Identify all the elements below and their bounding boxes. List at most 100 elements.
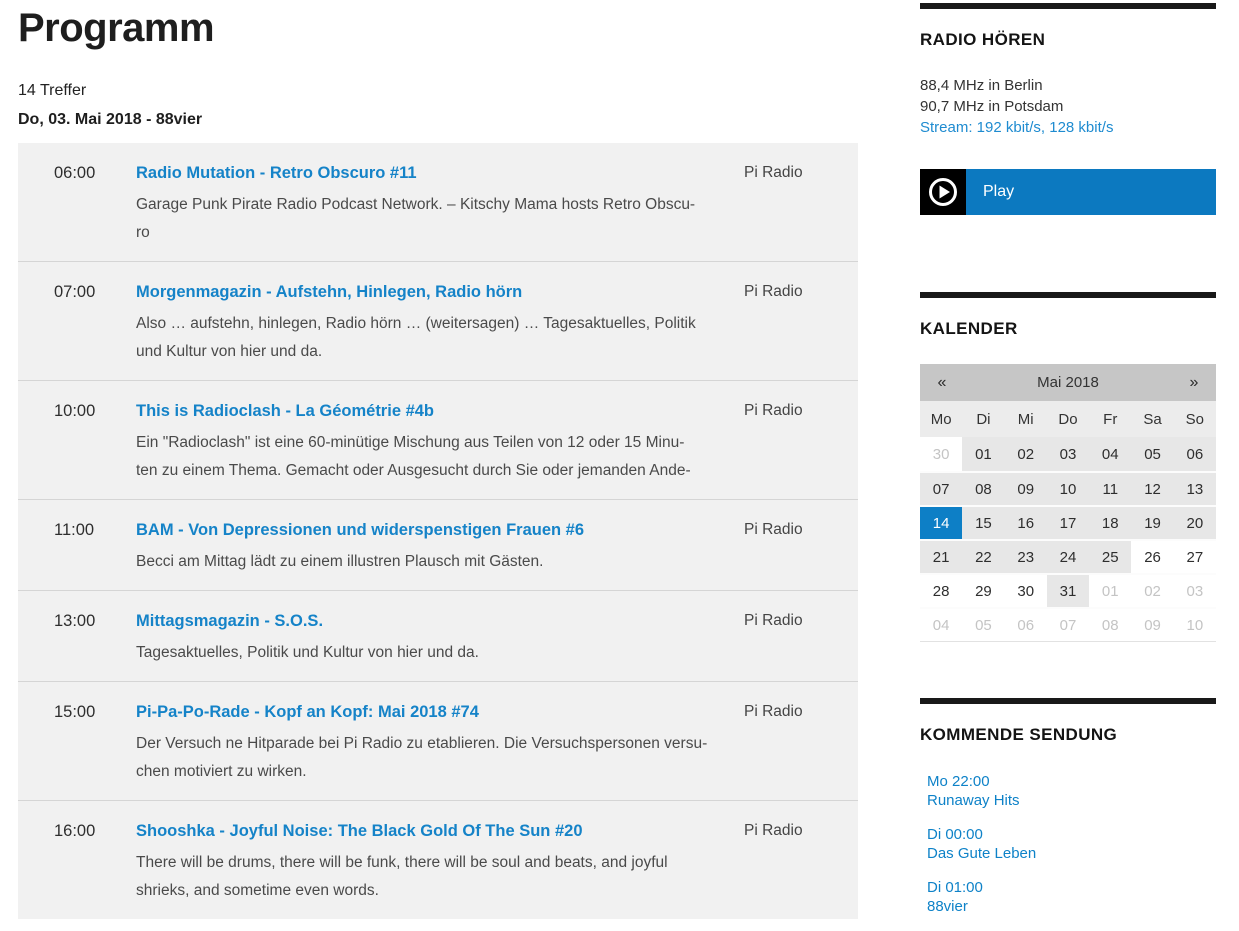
program-station: Pi Radio [744, 700, 826, 786]
calendar-day[interactable]: 08 [962, 473, 1004, 505]
program-title-link[interactable]: This is Radioclash - La Géométrie #4b [136, 399, 434, 423]
program-entry-body: Mittagsmagazin - S.O.S. Tagesaktuelles, P… [118, 609, 744, 667]
calendar-day[interactable]: 19 [1131, 507, 1173, 539]
calendar-day[interactable]: 25 [1089, 541, 1131, 573]
upcoming-show-title: 88vier [927, 897, 1216, 916]
upcoming-show-link[interactable]: Di 01:0088vier [927, 878, 1216, 916]
calendar-day[interactable]: 17 [1047, 507, 1089, 539]
calendar-prev-button[interactable]: « [920, 374, 964, 392]
program-station: Pi Radio [744, 161, 826, 247]
program-entry-body: Pi-Pa-Po-Rade - Kopf an Kopf: Mai 2018 #… [118, 700, 744, 786]
program-entry: 07:00Morgenmagazin - Aufstehn, Hinlegen,… [18, 261, 858, 380]
calendar-next-button[interactable]: » [1172, 374, 1216, 392]
program-entry: 10:00This is Radioclash - La Géométrie #… [18, 380, 858, 499]
program-entry-body: This is Radioclash - La Géométrie #4bEin… [118, 399, 744, 485]
calendar-day: 04 [920, 609, 962, 641]
calendar-weekday-label: Sa [1131, 401, 1173, 437]
calendar-day: 01 [1089, 575, 1131, 607]
calendar-day[interactable]: 09 [1005, 473, 1047, 505]
calendar-day[interactable]: 02 [1005, 437, 1047, 471]
stream-link-192[interactable]: Stream: 192 kbit/s [920, 119, 1041, 136]
upcoming-show-time: Mo 22:00 [927, 772, 1216, 791]
calendar-weekday-row: MoDiMiDoFrSaSo [920, 401, 1216, 437]
calendar-day[interactable]: 07 [920, 473, 962, 505]
program-description: Also … aufstehn, hinlegen, Radio hörn … … [136, 310, 736, 366]
program-entry-body: Morgenmagazin - Aufstehn, Hinlegen, Radi… [118, 280, 744, 366]
calendar-day[interactable]: 21 [920, 541, 962, 573]
program-station: Pi Radio [744, 399, 826, 485]
calendar-day[interactable]: 01 [962, 437, 1004, 471]
program-title-link[interactable]: Mittagsmagazin - S.O.S. [136, 609, 323, 633]
play-circle-icon [920, 169, 966, 215]
play-button-label: Play [966, 169, 1216, 215]
calendar-day: 02 [1131, 575, 1173, 607]
date-heading: Do, 03. Mai 2018 - 88vier [18, 111, 858, 129]
section-divider-bar [920, 3, 1216, 9]
calendar-day[interactable]: 10 [1047, 473, 1089, 505]
program-station: Pi Radio [744, 819, 826, 905]
radio-hoeren-heading: RADIO HÖREN [920, 30, 1216, 50]
calendar-date-rows: 3001020304050607080910111213141516171819… [920, 437, 1216, 641]
calendar-day[interactable]: 12 [1131, 473, 1173, 505]
calendar-day[interactable]: 20 [1174, 507, 1216, 539]
program-time: 06:00 [54, 161, 118, 247]
section-divider-bar [920, 698, 1216, 704]
program-entry-body: Shooshka - Joyful Noise: The Black Gold … [118, 819, 744, 905]
calendar-day[interactable]: 23 [1005, 541, 1047, 573]
calendar-day: 03 [1174, 575, 1216, 607]
program-title-link[interactable]: Pi-Pa-Po-Rade - Kopf an Kopf: Mai 2018 #… [136, 700, 479, 724]
calendar-day-selected[interactable]: 14 [920, 507, 962, 539]
program-title-link[interactable]: Shooshka - Joyful Noise: The Black Gold … [136, 819, 583, 843]
calendar-day: 07 [1047, 609, 1089, 641]
calendar-day[interactable]: 31 [1047, 575, 1089, 607]
program-entry: 13:00 Mittagsmagazin - S.O.S. Tagesaktuell… [18, 590, 858, 681]
calendar-day[interactable]: 11 [1089, 473, 1131, 505]
calendar-week-row: 04050607080910 [920, 607, 1216, 641]
upcoming-show-link[interactable]: Mo 22:00Runaway Hits [927, 772, 1216, 810]
calendar-day[interactable]: 03 [1047, 437, 1089, 471]
calendar-day[interactable]: 24 [1047, 541, 1089, 573]
calendar-day: 29 [962, 575, 1004, 607]
calendar-header: « Mai 2018 » [920, 364, 1216, 401]
program-station: Pi Radio [744, 280, 826, 366]
frequency-berlin: 88,4 MHz in Berlin [920, 75, 1216, 96]
calendar-day[interactable]: 22 [962, 541, 1004, 573]
program-description: Tagesaktuelles, Politik und Kultur von h… [136, 639, 736, 667]
page-title: Programm [18, 6, 858, 51]
calendar-day[interactable]: 05 [1131, 437, 1173, 471]
play-button[interactable]: Play [920, 169, 1216, 215]
calendar-week-row: 28293031010203 [920, 573, 1216, 607]
calendar-day: 30 [1005, 575, 1047, 607]
program-time: 13:00 [54, 609, 118, 667]
program-entry-body: Radio Mutation - Retro Obscuro #11Garage… [118, 161, 744, 247]
stream-links-line: Stream: 192 kbit/s, 128 kbit/s [920, 117, 1216, 138]
calendar-weekday-label: Di [962, 401, 1004, 437]
stream-link-128[interactable]: 128 kbit/s [1049, 119, 1113, 136]
program-time: 15:00 [54, 700, 118, 786]
program-time: 10:00 [54, 399, 118, 485]
program-title-link[interactable]: Morgenmagazin - Aufstehn, Hinlegen, Radi… [136, 280, 522, 304]
program-description: Becci am Mittag lädt zu einem illustren … [136, 548, 736, 576]
calendar-day: 10 [1174, 609, 1216, 641]
program-entry: 11:00BAM - Von Depressionen und widerspe… [18, 499, 858, 590]
calendar-day[interactable]: 13 [1174, 473, 1216, 505]
program-title-link[interactable]: Radio Mutation - Retro Obscuro #11 [136, 161, 417, 185]
calendar-day[interactable]: 18 [1089, 507, 1131, 539]
calendar-day[interactable]: 15 [962, 507, 1004, 539]
calendar-day[interactable]: 06 [1174, 437, 1216, 471]
calendar-weekday-label: Do [1047, 401, 1089, 437]
calendar-weekday-label: So [1174, 401, 1216, 437]
upcoming-list: Mo 22:00Runaway Hits Di 00:00Das Gute Leb… [920, 772, 1216, 916]
calendar-day: 05 [962, 609, 1004, 641]
program-title-link[interactable]: BAM - Von Depressionen und widerspenstig… [136, 518, 584, 542]
calendar-day[interactable]: 04 [1089, 437, 1131, 471]
upcoming-show-time: Di 01:00 [927, 878, 1216, 897]
calendar-day[interactable]: 16 [1005, 507, 1047, 539]
sidebar: RADIO HÖREN 88,4 MHz in Berlin 90,7 MHz … [920, 0, 1216, 931]
upcoming-show-link[interactable]: Di 00:00Das Gute Leben [927, 825, 1216, 863]
calendar-day: 30 [920, 437, 962, 471]
calendar-day: 06 [1005, 609, 1047, 641]
kommende-sendung-heading: KOMMENDE SENDUNG [920, 725, 1216, 745]
upcoming-show-time: Di 00:00 [927, 825, 1216, 844]
calendar-week-row: 14151617181920 [920, 505, 1216, 539]
